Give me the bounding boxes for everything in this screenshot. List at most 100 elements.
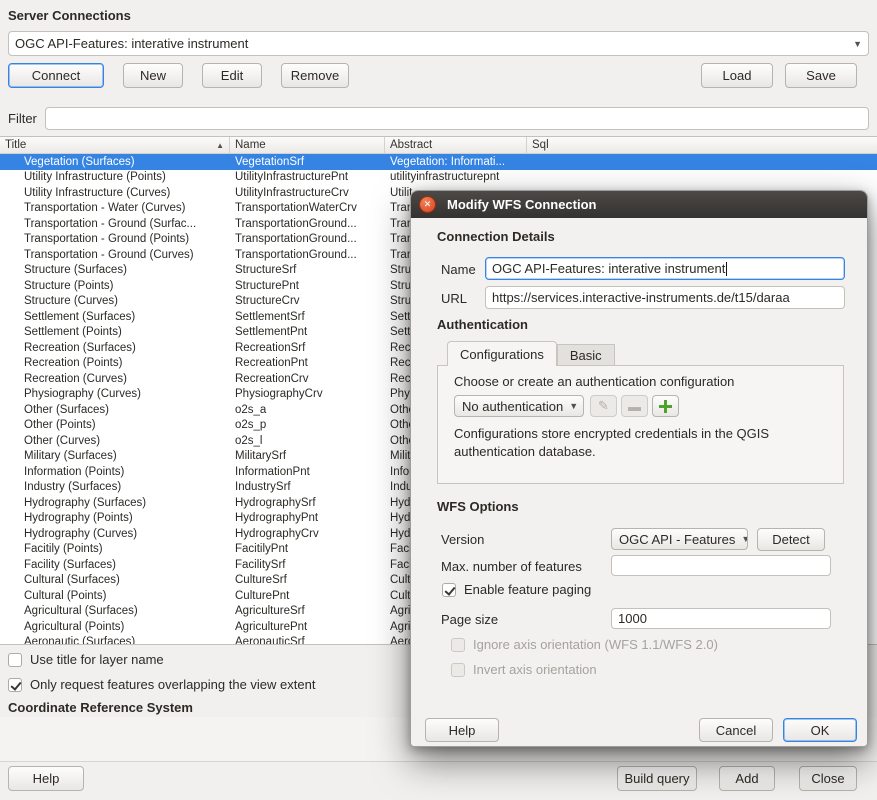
cell-name: UtilityInfrastructureCrv	[230, 187, 385, 199]
table-header: Title ▲ Name Abstract Sql	[0, 137, 877, 154]
dialog-body: Connection Details Name OGC API-Features…	[411, 218, 867, 746]
cell-title: Facility (Surfaces)	[0, 559, 230, 571]
close-button[interactable]: Close	[799, 766, 857, 791]
tab-configurations[interactable]: Configurations	[447, 341, 557, 366]
crs-section-title: Coordinate Reference System	[8, 700, 193, 715]
column-header-title[interactable]: Title ▲	[0, 137, 230, 153]
url-field[interactable]: https://services.interactive-instruments…	[485, 286, 845, 309]
only-overlapping-checkbox[interactable]: Only request features overlapping the vi…	[8, 677, 315, 692]
auth-note-text: Configurations store encrypted credentia…	[454, 425, 832, 460]
page-size-label: Page size	[441, 612, 498, 627]
cell-title: Transportation - Water (Curves)	[0, 202, 230, 214]
auth-config-select[interactable]: No authentication ▼	[454, 395, 584, 417]
save-button[interactable]: Save	[785, 63, 857, 88]
cell-name: MilitarySrf	[230, 450, 385, 462]
cell-name: RecreationSrf	[230, 342, 385, 354]
cell-name: HydrographyPnt	[230, 512, 385, 524]
cell-title: Structure (Curves)	[0, 295, 230, 307]
cell-title: Hydrography (Points)	[0, 512, 230, 524]
table-row[interactable]: Utility Infrastructure (Points)UtilityIn…	[0, 170, 877, 186]
chevron-down-icon: ▼	[735, 534, 748, 544]
cell-title: Agricultural (Points)	[0, 621, 230, 633]
column-header-name[interactable]: Name	[230, 137, 385, 153]
pencil-icon: ✎	[598, 398, 609, 414]
remove-button[interactable]: Remove	[281, 63, 349, 88]
cell-name: HydrographySrf	[230, 497, 385, 509]
cell-name: HydrographyCrv	[230, 528, 385, 540]
dialog-titlebar[interactable]: ✕ Modify WFS Connection	[411, 191, 867, 218]
chevron-down-icon: ▼	[563, 401, 578, 411]
text-cursor	[726, 262, 727, 276]
chevron-down-icon: ▼	[847, 39, 862, 49]
cell-title: Other (Curves)	[0, 435, 230, 447]
cell-title: Military (Surfaces)	[0, 450, 230, 462]
cell-title: Facitily (Points)	[0, 543, 230, 555]
add-config-button[interactable]	[652, 395, 679, 417]
choose-config-label: Choose or create an authentication confi…	[454, 374, 734, 389]
cell-name: AgriculturePnt	[230, 621, 385, 633]
edit-config-button[interactable]: ✎	[590, 395, 617, 417]
cell-title: Recreation (Points)	[0, 357, 230, 369]
cell-name: o2s_a	[230, 404, 385, 416]
invert-axis-checkbox: Invert axis orientation	[451, 662, 597, 677]
cell-name: AeronauticSrf	[230, 636, 385, 644]
build-query-button[interactable]: Build query	[617, 766, 697, 791]
cancel-button[interactable]: Cancel	[699, 718, 773, 742]
connection-details-heading: Connection Details	[437, 229, 555, 244]
cell-title: Recreation (Curves)	[0, 373, 230, 385]
cell-name: o2s_p	[230, 419, 385, 431]
cell-name: InformationPnt	[230, 466, 385, 478]
cell-name: TransportationWaterCrv	[230, 202, 385, 214]
detect-button[interactable]: Detect	[757, 528, 825, 551]
main-footer: Help Build query Add Close	[8, 766, 857, 791]
cell-title: Cultural (Points)	[0, 590, 230, 602]
edit-button[interactable]: Edit	[202, 63, 262, 88]
cell-title: Vegetation (Surfaces)	[0, 156, 230, 168]
connection-select[interactable]: OGC API-Features: interative instrument …	[8, 31, 869, 56]
use-title-checkbox[interactable]: Use title for layer name	[8, 652, 164, 667]
add-button[interactable]: Add	[719, 766, 775, 791]
tab-basic[interactable]: Basic	[557, 344, 615, 366]
ok-button[interactable]: OK	[783, 718, 857, 742]
sort-ascending-icon: ▲	[216, 141, 224, 150]
cell-name: VegetationSrf	[230, 156, 385, 168]
close-icon[interactable]: ✕	[419, 196, 436, 213]
remove-config-button[interactable]: ▬	[621, 395, 648, 417]
cell-title: Structure (Surfaces)	[0, 264, 230, 276]
dialog-help-button[interactable]: Help	[425, 718, 499, 742]
cell-name: FacitilyPnt	[230, 543, 385, 555]
cell-title: Transportation - Ground (Curves)	[0, 249, 230, 261]
page-title: Server Connections	[8, 8, 131, 23]
table-row[interactable]: Vegetation (Surfaces)VegetationSrfVegeta…	[0, 154, 877, 170]
wfs-options-heading: WFS Options	[437, 499, 519, 514]
help-button[interactable]: Help	[8, 766, 84, 791]
new-button[interactable]: New	[123, 63, 183, 88]
cell-title: Other (Points)	[0, 419, 230, 431]
cell-title: Settlement (Surfaces)	[0, 311, 230, 323]
cell-name: RecreationCrv	[230, 373, 385, 385]
cell-title: Transportation - Ground (Surfac...	[0, 218, 230, 230]
cell-name: StructureCrv	[230, 295, 385, 307]
modify-wfs-connection-dialog: ✕ Modify WFS Connection Connection Detai…	[410, 190, 868, 747]
column-header-abstract[interactable]: Abstract	[385, 137, 527, 153]
version-select[interactable]: OGC API - Features ▼	[611, 528, 748, 550]
cell-name: o2s_l	[230, 435, 385, 447]
column-header-sql[interactable]: Sql	[527, 137, 877, 153]
checkbox-box	[451, 663, 465, 677]
cell-name: CulturePnt	[230, 590, 385, 602]
cell-title: Hydrography (Surfaces)	[0, 497, 230, 509]
cell-name: PhysiographyCrv	[230, 388, 385, 400]
cell-title: Utility Infrastructure (Points)	[0, 171, 230, 183]
cell-title: Industry (Surfaces)	[0, 481, 230, 493]
cell-title: Utility Infrastructure (Curves)	[0, 187, 230, 199]
name-label: Name	[441, 262, 476, 277]
cell-title: Agricultural (Surfaces)	[0, 605, 230, 617]
load-button[interactable]: Load	[701, 63, 773, 88]
page-size-field[interactable]: 1000	[611, 608, 831, 629]
connect-button[interactable]: Connect	[8, 63, 104, 88]
name-field[interactable]: OGC API-Features: interative instrument	[485, 257, 845, 280]
enable-paging-checkbox[interactable]: Enable feature paging	[442, 582, 591, 597]
filter-input[interactable]	[45, 107, 869, 130]
filter-row: Filter	[8, 106, 869, 130]
max-features-field[interactable]	[611, 555, 831, 576]
